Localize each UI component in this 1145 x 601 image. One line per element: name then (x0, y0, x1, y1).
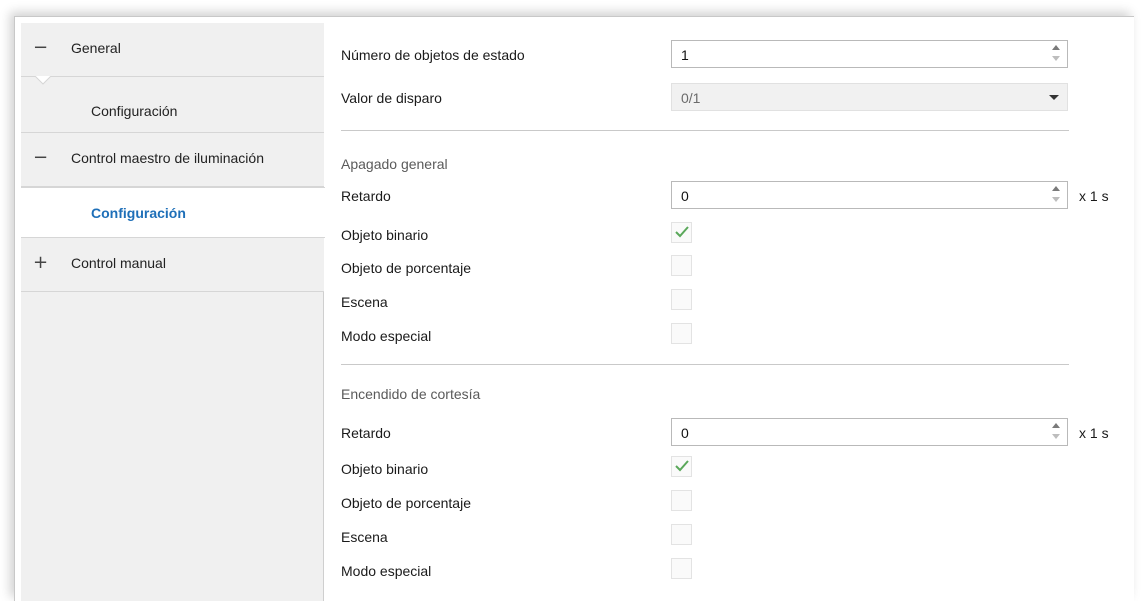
general-off-delay-value[interactable]: 0 (681, 188, 689, 204)
collapse-icon[interactable]: − (33, 37, 48, 58)
sidebar-item-general[interactable]: − General (21, 23, 324, 77)
courtesy-on-percentage-checkbox[interactable] (671, 490, 692, 511)
divider (341, 130, 1069, 131)
general-off-title: Apagado general (341, 156, 448, 172)
general-off-special-checkbox[interactable] (671, 323, 692, 344)
sidebar-item-general-configuracion[interactable]: Configuración (21, 76, 324, 133)
courtesy-on-title: Encendido de cortesía (341, 386, 481, 402)
trigger-value-label: Valor de disparo (341, 90, 442, 106)
expand-icon[interactable]: + (33, 252, 48, 273)
courtesy-on-scene-label: Escena (341, 529, 388, 545)
sidebar: − General Configuración − Control maestr… (21, 23, 325, 601)
sidebar-item-label: General (71, 40, 121, 56)
spinner-arrows-icon[interactable] (1051, 44, 1061, 64)
courtesy-on-binary-label: Objeto binario (341, 461, 429, 477)
sidebar-item-control-maestro-configuracion[interactable]: Configuración (21, 187, 325, 238)
general-off-scene-checkbox[interactable] (671, 289, 692, 310)
courtesy-on-delay-spinner[interactable]: 0 (671, 418, 1068, 446)
general-off-percentage-checkbox[interactable] (671, 255, 692, 276)
sidebar-item-label: Configuración (91, 205, 186, 221)
checkmark-icon (675, 226, 689, 238)
status-objects-label: Número de objetos de estado (341, 47, 525, 63)
courtesy-on-special-label: Modo especial (341, 563, 432, 579)
divider (341, 364, 1069, 365)
collapse-icon[interactable]: − (33, 147, 48, 168)
courtesy-on-binary-checkbox[interactable] (671, 456, 692, 477)
courtesy-on-delay-value[interactable]: 0 (681, 425, 689, 441)
sidebar-item-control-manual[interactable]: + Control manual (21, 238, 324, 292)
general-off-delay-spinner[interactable]: 0 (671, 181, 1068, 209)
general-off-special-label: Modo especial (341, 328, 432, 344)
general-off-binary-checkbox[interactable] (671, 222, 692, 243)
sidebar-item-label: Control manual (71, 255, 166, 271)
sidebar-item-control-maestro[interactable]: − Control maestro de iluminación (21, 133, 324, 187)
spinner-arrows-icon[interactable] (1051, 185, 1061, 205)
chevron-down-icon[interactable] (1049, 95, 1059, 100)
courtesy-on-percentage-label: Objeto de porcentaje (341, 495, 471, 511)
general-off-percentage-label: Objeto de porcentaje (341, 260, 471, 276)
spinner-arrows-icon[interactable] (1051, 422, 1061, 442)
main-panel: Número de objetos de estado 1 Valor de d… (325, 17, 1134, 601)
window: − General Configuración − Control maestr… (14, 16, 1134, 601)
general-off-delay-unit: x 1 s (1079, 188, 1109, 204)
sidebar-item-label: Control maestro de iluminación (71, 150, 264, 166)
general-off-binary-label: Objeto binario (341, 227, 429, 243)
notch-icon (35, 76, 51, 85)
general-off-delay-label: Retardo (341, 188, 391, 204)
status-objects-spinner[interactable]: 1 (671, 40, 1068, 68)
courtesy-on-delay-unit: x 1 s (1079, 425, 1109, 441)
status-objects-value[interactable]: 1 (681, 47, 689, 63)
courtesy-on-delay-label: Retardo (341, 425, 391, 441)
trigger-value-select[interactable]: 0/1 (671, 83, 1068, 111)
courtesy-on-scene-checkbox[interactable] (671, 524, 692, 545)
general-off-scene-label: Escena (341, 294, 388, 310)
checkmark-icon (675, 460, 689, 472)
courtesy-on-special-checkbox[interactable] (671, 558, 692, 579)
sidebar-item-label: Configuración (91, 103, 178, 119)
trigger-value-value: 0/1 (681, 90, 701, 106)
